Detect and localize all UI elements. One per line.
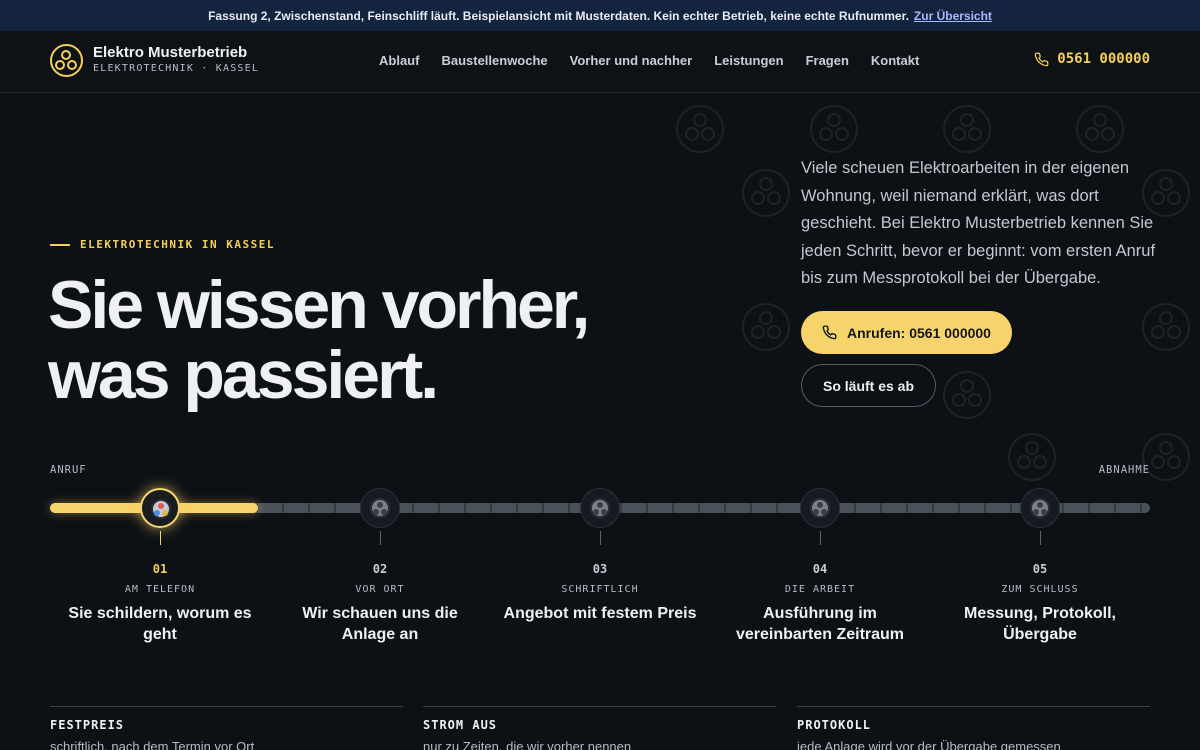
notice-bar: Fassung 2, Zwischenstand, Feinschliff lä…: [0, 0, 1200, 31]
step-3-node-icon[interactable]: [580, 488, 620, 528]
header-phone-link[interactable]: 0561 000000: [1034, 51, 1150, 67]
phone-icon: [822, 325, 837, 340]
feature-title: PROTOKOLL: [797, 718, 872, 732]
main-nav: Ablauf Baustellenwoche Vorher und nachhe…: [379, 53, 919, 68]
step-kicker: ZUM SCHLUSS: [1001, 584, 1079, 595]
headline-line-1: Sie wissen vorher,: [48, 267, 590, 343]
step-2-node-icon[interactable]: [360, 488, 400, 528]
step-1-node-icon[interactable]: [140, 488, 180, 528]
nav-item-leistungen[interactable]: Leistungen: [714, 53, 783, 68]
step-title: Sie schildern, worum es geht: [68, 605, 252, 643]
step-number: 02: [372, 562, 388, 576]
three-circles-logo-icon[interactable]: [50, 44, 83, 77]
step-title: Angebot mit festem Preis: [503, 605, 697, 622]
timeline-start-label: ANRUF: [50, 464, 87, 476]
step-kicker: DIE ARBEIT: [784, 584, 856, 595]
feature-text: nur zu Zeiten, die wir vorher nennen: [423, 739, 632, 750]
call-button[interactable]: Anrufen: 0561 000000: [801, 311, 1012, 354]
step-3-stem: [600, 531, 601, 545]
nav-item-fragen[interactable]: Fragen: [806, 53, 849, 68]
timeline-step[interactable]: 02 VOR ORT Wir schauen uns die Anlage an: [275, 562, 485, 645]
step-kicker: SCHRIFTLICH: [561, 584, 639, 595]
step-5-node-icon[interactable]: [1020, 488, 1060, 528]
step-5-stem: [1040, 531, 1041, 545]
process-button[interactable]: So läuft es ab: [801, 364, 937, 407]
step-kicker: AM TELEFON: [124, 584, 196, 595]
step-kicker: VOR ORT: [355, 584, 405, 595]
process-button-label: So läuft es ab: [823, 377, 915, 394]
brand-name[interactable]: Elektro Musterbetrieb: [93, 44, 247, 61]
feature-text: schriftlich, nach dem Termin vor Ort: [50, 739, 255, 750]
hero-lead-text: Viele scheuen Elektroarbeiten in der eig…: [801, 159, 1156, 287]
timeline-step[interactable]: 03 SCHRIFTLICH Angebot mit festem Preis: [495, 562, 705, 624]
step-number: 05: [1032, 562, 1048, 576]
step-4-node-icon[interactable]: [800, 488, 840, 528]
timeline-step[interactable]: 04 DIE ARBEIT Ausführung im vereinbarten…: [715, 562, 925, 645]
feature-title: FESTPREIS: [50, 718, 125, 732]
nav-item-ablauf[interactable]: Ablauf: [379, 53, 419, 68]
call-button-label: Anrufen: 0561 000000: [847, 324, 991, 341]
step-title: Messung, Protokoll, Übergabe: [963, 605, 1116, 643]
timeline-end-label: ABNAHME: [1098, 464, 1150, 476]
phone-icon: [1034, 52, 1049, 66]
step-2-stem: [380, 531, 381, 545]
step-number: 03: [592, 562, 608, 576]
timeline-step[interactable]: 01 AM TELEFON Sie schildern, worum es ge…: [55, 562, 265, 645]
notice-text: Fassung 2, Zwischenstand, Feinschliff lä…: [208, 8, 909, 23]
nav-item-vorher-nachher[interactable]: Vorher und nachher: [570, 53, 693, 68]
feature-card: PROTOKOLL jede Anlage wird vor der Überg…: [797, 706, 1150, 750]
timeline-step[interactable]: 05 ZUM SCHLUSS Messung, Protokoll, Überg…: [935, 562, 1145, 645]
step-1-stem: [160, 531, 161, 545]
headline-line-2: was passiert.: [48, 337, 439, 413]
feature-title: STROM AUS: [423, 718, 498, 732]
hero-eyebrow: ELEKTROTECHNIK IN KASSEL: [50, 238, 275, 251]
feature-card: FESTPREIS schriftlich, nach dem Termin v…: [50, 706, 403, 750]
overview-link[interactable]: Zur Übersicht: [914, 9, 992, 23]
step-title: Wir schauen uns die Anlage an: [302, 605, 458, 643]
eyebrow-dash: [50, 243, 70, 246]
nav-item-kontakt[interactable]: Kontakt: [871, 53, 919, 68]
step-4-stem: [820, 531, 821, 545]
feature-text: jede Anlage wird vor der Übergabe gemess…: [797, 739, 1061, 750]
brand-subtitle: ELEKTROTECHNIK · KASSEL: [93, 63, 260, 74]
step-number: 01: [152, 562, 168, 576]
page-title: Sie wissen vorher, was passiert.: [48, 270, 648, 410]
step-number: 04: [812, 562, 828, 576]
eyebrow-text: ELEKTROTECHNIK IN KASSEL: [80, 238, 275, 251]
step-title: Ausführung im vereinbarten Zeitraum: [735, 605, 905, 643]
site-header: Elektro Musterbetrieb ELEKTROTECHNIK · K…: [0, 31, 1200, 93]
nav-item-baustellenwoche[interactable]: Baustellenwoche: [441, 53, 547, 68]
feature-card: STROM AUS nur zu Zeiten, die wir vorher …: [423, 706, 776, 750]
header-phone-number: 0561 000000: [1057, 51, 1150, 67]
